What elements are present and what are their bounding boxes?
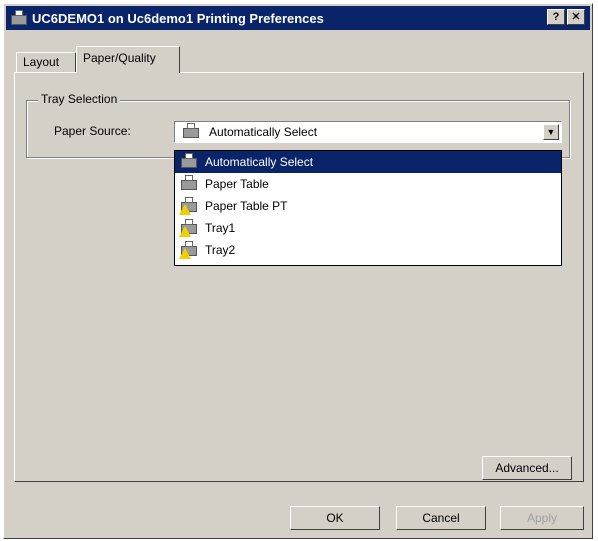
printer-icon <box>181 123 203 141</box>
list-item[interactable]: Automatically Select <box>175 151 561 173</box>
printer-icon <box>10 10 28 26</box>
dialog-window: UC6DEMO1 on Uc6demo1 Printing Preference… <box>3 3 593 539</box>
paper-source-dropdown-list: Automatically Select Paper Table Paper T… <box>174 150 562 266</box>
cancel-button[interactable]: Cancel <box>396 506 486 530</box>
printer-warning-icon <box>179 219 201 237</box>
help-button[interactable]: ? <box>547 9 565 25</box>
list-item[interactable]: Paper Table <box>175 173 561 195</box>
paper-source-combobox[interactable]: Automatically Select ▼ <box>174 121 562 143</box>
list-item[interactable]: Paper Table PT <box>175 195 561 217</box>
list-item[interactable]: Tray1 <box>175 217 561 239</box>
printer-icon <box>179 153 201 171</box>
title-bar[interactable]: UC6DEMO1 on Uc6demo1 Printing Preference… <box>6 6 590 30</box>
tab-paper-quality[interactable]: Paper/Quality <box>76 46 180 73</box>
list-item-label: Paper Table <box>205 177 269 191</box>
paper-source-value: Automatically Select <box>209 125 318 139</box>
ok-button[interactable]: OK <box>290 506 380 530</box>
tab-layout[interactable]: Layout <box>16 52 76 72</box>
printer-warning-icon <box>179 241 201 259</box>
close-button[interactable]: ✕ <box>567 9 585 25</box>
window-title: UC6DEMO1 on Uc6demo1 Printing Preference… <box>32 10 324 26</box>
list-item[interactable]: Tray2 <box>175 239 561 261</box>
printer-warning-icon <box>179 197 201 215</box>
chevron-down-icon[interactable]: ▼ <box>543 124 559 140</box>
printer-icon <box>179 175 201 193</box>
apply-button[interactable]: Apply <box>500 506 584 530</box>
paper-source-label: Paper Source: <box>54 124 131 138</box>
list-item-label: Tray2 <box>205 243 236 257</box>
list-item-label: Tray1 <box>205 221 236 235</box>
advanced-button[interactable]: Advanced... <box>482 456 572 480</box>
list-item-label: Paper Table PT <box>205 199 288 213</box>
tray-selection-label: Tray Selection <box>38 92 121 106</box>
list-item-label: Automatically Select <box>205 155 314 169</box>
